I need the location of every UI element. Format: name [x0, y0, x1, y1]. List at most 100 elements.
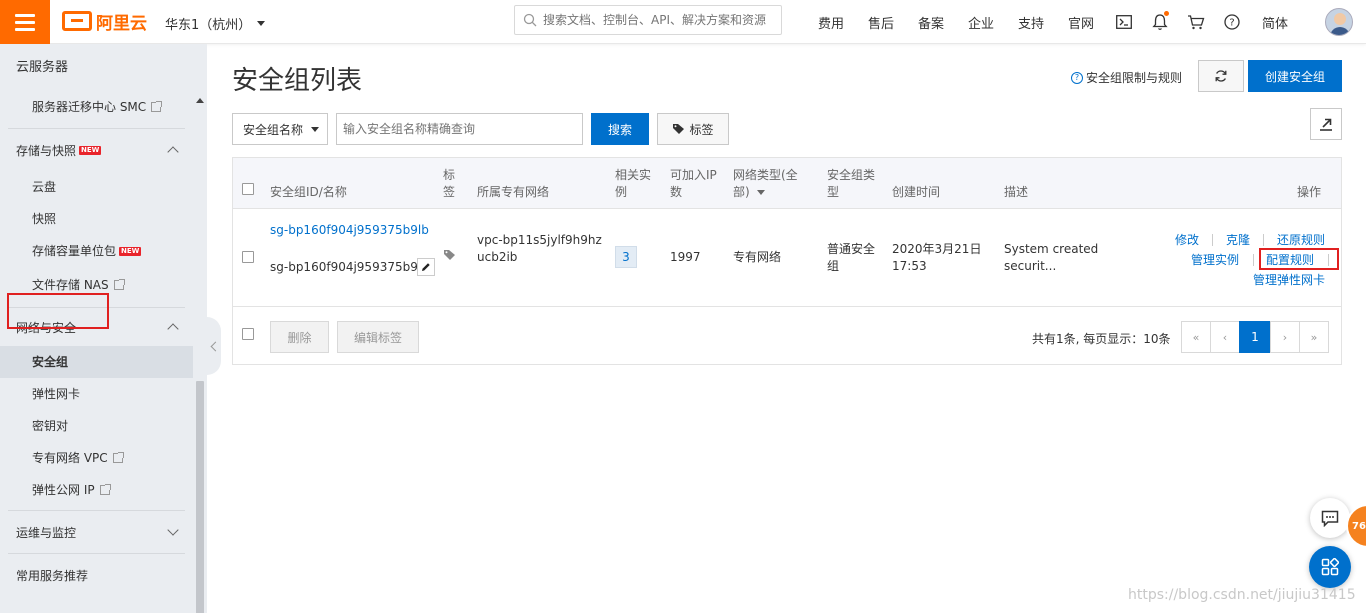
header-network-type[interactable]: 网络类型(全部) [733, 167, 809, 201]
security-group-name-input[interactable] [336, 113, 583, 145]
header-tag: 标签 [443, 168, 456, 199]
table-row: sg-bp160f904j959375b9lb sg-bp160f904j959… [233, 209, 1341, 307]
sidebar-group-label: 常用服务推荐 [16, 568, 89, 583]
aliyun-logo[interactable]: 阿里云 [62, 9, 147, 34]
sidebar-item-label: 弹性网卡 [32, 387, 81, 401]
manage-instances-link[interactable]: 管理实例 [1191, 251, 1239, 268]
sidebar-collapse-toggle[interactable] [207, 317, 221, 375]
sidebar-group-ops[interactable]: 运维与监控 [0, 511, 193, 553]
new-badge: NEW [79, 145, 102, 155]
chevron-down-icon [167, 524, 179, 536]
export-button[interactable] [1310, 108, 1342, 140]
create-security-group-button[interactable]: 创建安全组 [1248, 60, 1342, 92]
top-link-fees[interactable]: 费用 [806, 13, 856, 32]
separator [1253, 254, 1254, 266]
terminal-icon[interactable] [1106, 0, 1142, 44]
tags-filter-label: 标签 [689, 122, 714, 137]
modify-link[interactable]: 修改 [1175, 231, 1199, 248]
security-group-name: sg-bp160f904j959375b9l... [270, 260, 433, 274]
security-group-id-link[interactable]: sg-bp160f904j959375b9lb [270, 222, 429, 239]
tags-filter-button[interactable]: 标签 [657, 113, 729, 145]
aliyun-logo-mark [62, 11, 92, 31]
ip-count: 1997 [670, 250, 701, 264]
header-id-name: 安全组ID/名称 [270, 185, 347, 199]
scrollbar-thumb[interactable] [196, 381, 204, 613]
sidebar-group-label: 运维与监控 [16, 525, 77, 540]
sidebar-item-vpc[interactable]: 专有网络 VPC [0, 442, 193, 474]
sidebar-item-security-group[interactable]: 安全组 [0, 346, 193, 378]
external-link-icon [151, 101, 163, 112]
scroll-up-icon[interactable] [196, 98, 204, 103]
feedback-chat-button[interactable] [1310, 498, 1350, 538]
user-avatar[interactable] [1325, 8, 1353, 36]
tag-icon[interactable] [443, 249, 456, 261]
sidebar-group-storage[interactable]: 存储与快照 NEW [0, 129, 193, 171]
sidebar-item-snapshot[interactable]: 快照 [0, 203, 193, 235]
page-1-button[interactable]: 1 [1239, 321, 1271, 353]
sidebar-item-label: 密钥对 [32, 419, 69, 433]
clone-link[interactable]: 克隆 [1226, 231, 1250, 248]
limits-and-rules-link[interactable]: ? 安全组限制与规则 [1071, 69, 1182, 86]
filter-field-value: 安全组名称 [243, 122, 304, 137]
help-icon[interactable]: ? [1214, 0, 1250, 44]
notification-dot [1164, 11, 1169, 16]
filter-field-select[interactable]: 安全组名称 [232, 113, 328, 145]
pagination-summary: 共有1条, 每页显示：10条 [1032, 332, 1171, 346]
top-link-support-after-sales[interactable]: 售后 [856, 13, 906, 32]
security-group-table: 安全组ID/名称 标签 所属专有网络 相关实例 可加入IP数 网络类型(全部) … [232, 157, 1342, 365]
footer-select-all-checkbox[interactable] [242, 328, 254, 340]
header-ip-count: 可加入IP数 [670, 168, 717, 199]
sidebar-title[interactable]: 云服务器 [0, 44, 193, 92]
sidebar-item-label: 安全组 [32, 355, 69, 369]
sidebar-item-storage-unit[interactable]: 存储容量单位包 NEW [0, 235, 193, 267]
top-link-official-site[interactable]: 官网 [1056, 13, 1106, 32]
global-search-input[interactable] [543, 13, 773, 27]
global-search[interactable] [514, 5, 782, 35]
first-page-button[interactable]: « [1181, 321, 1211, 353]
next-page-button[interactable]: › [1270, 321, 1300, 353]
sidebar-item-keypair[interactable]: 密钥对 [0, 410, 193, 442]
edit-name-button[interactable] [417, 258, 435, 276]
menu-icon[interactable] [0, 0, 50, 44]
top-link-enterprise[interactable]: 企业 [956, 13, 1006, 32]
top-link-support[interactable]: 支持 [1006, 13, 1056, 32]
search-button[interactable]: 搜索 [591, 113, 649, 145]
cart-icon[interactable] [1178, 0, 1214, 44]
sidebar-item-label: 服务器迁移中心 SMC [32, 100, 147, 114]
region-selector[interactable]: 华东1（杭州） [165, 14, 266, 33]
pencil-icon [422, 263, 430, 271]
select-all-checkbox[interactable] [242, 183, 254, 195]
sidebar-item-eip[interactable]: 弹性公网 IP [0, 474, 193, 506]
sidebar-item-eni[interactable]: 弹性网卡 [0, 378, 193, 410]
sidebar-item-label: 云盘 [32, 180, 57, 194]
vpc-id: vpc-bp11s5jylf9h9hzucb2ib [477, 233, 602, 264]
last-page-button[interactable]: » [1299, 321, 1329, 353]
language-switch[interactable]: 简体 [1250, 13, 1300, 32]
search-icon [523, 13, 537, 27]
delete-button[interactable]: 删除 [270, 321, 329, 353]
header-network-type-label: 网络类型(全部) [733, 168, 798, 199]
created-time: 17:53 [892, 259, 927, 273]
sidebar-item-smc[interactable]: 服务器迁移中心 SMC [0, 92, 193, 122]
refresh-button[interactable] [1198, 60, 1244, 92]
bell-icon[interactable] [1142, 0, 1178, 44]
tag-icon [673, 124, 685, 134]
row-checkbox[interactable] [242, 251, 254, 263]
restore-rules-link[interactable]: 还原规则 [1277, 231, 1325, 248]
sidebar-scrollbar[interactable] [193, 44, 207, 613]
header-sg-type: 安全组类型 [827, 168, 876, 199]
top-link-icp-filing[interactable]: 备案 [906, 13, 956, 32]
separator [1212, 234, 1213, 246]
sidebar-group-recommend[interactable]: 常用服务推荐 [0, 554, 193, 596]
edit-tags-button[interactable]: 编辑标签 [337, 321, 419, 353]
prev-page-button[interactable]: ‹ [1210, 321, 1240, 353]
chevron-up-icon [167, 323, 179, 335]
pagination: « ‹ 1 › » [1181, 321, 1329, 353]
manage-eni-link[interactable]: 管理弹性网卡 [1253, 271, 1325, 288]
apps-button[interactable] [1309, 546, 1351, 588]
assistant-badge[interactable]: 76 [1346, 504, 1366, 548]
sidebar-item-disk[interactable]: 云盘 [0, 171, 193, 203]
question-circle-icon: ? [1071, 71, 1083, 84]
header-instances: 相关实例 [615, 168, 652, 199]
related-instances-count[interactable]: 3 [615, 246, 637, 268]
